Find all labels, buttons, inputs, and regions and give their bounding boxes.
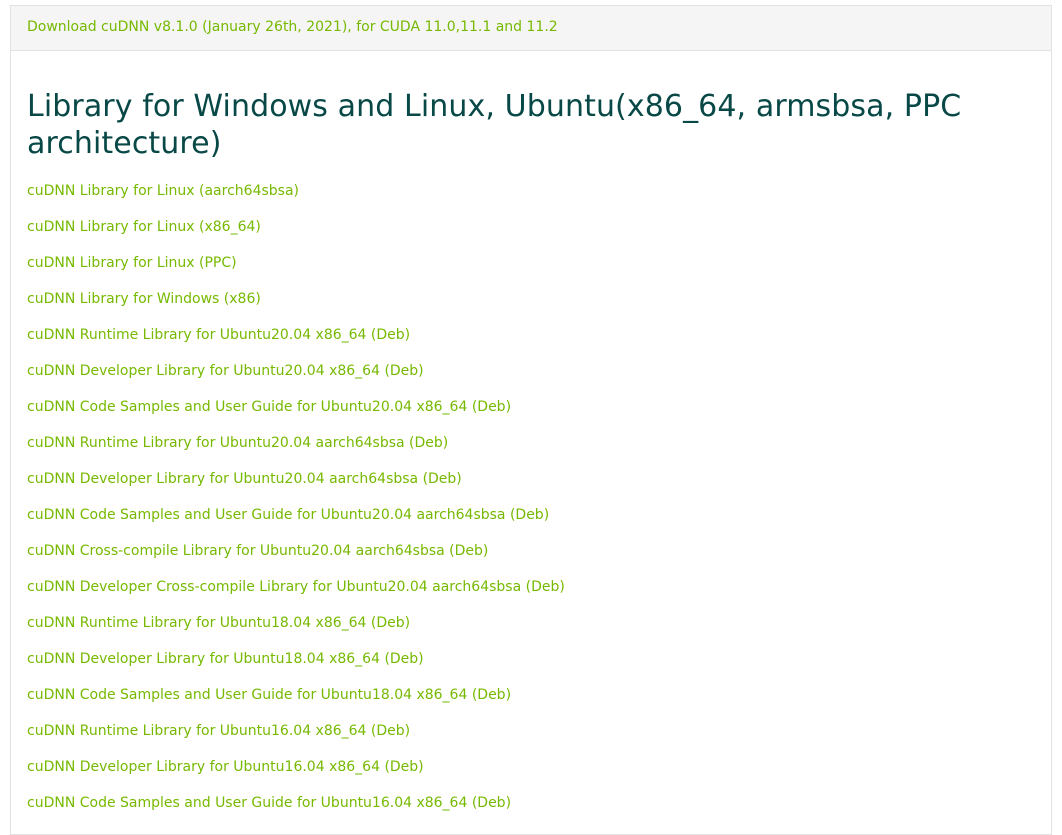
download-link-samples-ubuntu1804-x86-64[interactable]: cuDNN Code Samples and User Guide for Ub… (27, 686, 511, 704)
download-link-developer-cross-compile-ubuntu2004-aarch64sbsa[interactable]: cuDNN Developer Cross-compile Library fo… (27, 578, 565, 596)
download-link-runtime-ubuntu1604-x86-64[interactable]: cuDNN Runtime Library for Ubuntu16.04 x8… (27, 722, 410, 740)
list-item: cuDNN Cross-compile Library for Ubuntu20… (27, 540, 1035, 576)
list-item: cuDNN Code Samples and User Guide for Ub… (27, 396, 1035, 432)
download-link-developer-ubuntu1804-x86-64[interactable]: cuDNN Developer Library for Ubuntu18.04 … (27, 650, 424, 668)
list-item: cuDNN Code Samples and User Guide for Ub… (27, 684, 1035, 720)
list-item: cuDNN Runtime Library for Ubuntu20.04 x8… (27, 324, 1035, 360)
list-item: cuDNN Developer Cross-compile Library fo… (27, 576, 1035, 612)
download-link-developer-ubuntu2004-x86-64[interactable]: cuDNN Developer Library for Ubuntu20.04 … (27, 362, 424, 380)
download-link-runtime-ubuntu1804-x86-64[interactable]: cuDNN Runtime Library for Ubuntu18.04 x8… (27, 614, 410, 632)
download-link-runtime-ubuntu2004-x86-64[interactable]: cuDNN Runtime Library for Ubuntu20.04 x8… (27, 326, 410, 344)
list-item: cuDNN Library for Linux (x86_64) (27, 216, 1035, 252)
list-item: cuDNN Developer Library for Ubuntu16.04 … (27, 756, 1035, 792)
list-item: cuDNN Library for Linux (aarch64sbsa) (27, 180, 1035, 216)
download-panel: Download cuDNN v8.1.0 (January 26th, 202… (10, 5, 1052, 835)
list-item: cuDNN Library for Windows (x86) (27, 288, 1035, 324)
list-item: cuDNN Runtime Library for Ubuntu18.04 x8… (27, 612, 1035, 648)
download-link-developer-ubuntu1604-x86-64[interactable]: cuDNN Developer Library for Ubuntu16.04 … (27, 758, 424, 776)
download-link-samples-ubuntu2004-aarch64sbsa[interactable]: cuDNN Code Samples and User Guide for Ub… (27, 506, 549, 524)
list-item: cuDNN Runtime Library for Ubuntu16.04 x8… (27, 720, 1035, 756)
list-item: cuDNN Code Samples and User Guide for Ub… (27, 792, 1035, 828)
panel-header: Download cuDNN v8.1.0 (January 26th, 202… (11, 6, 1051, 51)
download-link-list: cuDNN Library for Linux (aarch64sbsa) cu… (27, 180, 1035, 828)
download-link-linux-ppc[interactable]: cuDNN Library for Linux (PPC) (27, 254, 237, 272)
list-item: cuDNN Runtime Library for Ubuntu20.04 aa… (27, 432, 1035, 468)
download-link-linux-aarch64sbsa[interactable]: cuDNN Library for Linux (aarch64sbsa) (27, 182, 299, 200)
list-item: cuDNN Developer Library for Ubuntu18.04 … (27, 648, 1035, 684)
section-title: Library for Windows and Linux, Ubuntu(x8… (27, 89, 962, 161)
list-item: cuDNN Developer Library for Ubuntu20.04 … (27, 360, 1035, 396)
list-item: cuDNN Library for Linux (PPC) (27, 252, 1035, 288)
download-link-samples-ubuntu2004-x86-64[interactable]: cuDNN Code Samples and User Guide for Ub… (27, 398, 511, 416)
download-link-runtime-ubuntu2004-aarch64sbsa[interactable]: cuDNN Runtime Library for Ubuntu20.04 aa… (27, 434, 448, 452)
list-item: cuDNN Code Samples and User Guide for Ub… (27, 504, 1035, 540)
download-version-link[interactable]: Download cuDNN v8.1.0 (January 26th, 202… (27, 19, 558, 35)
panel-content: Library for Windows and Linux, Ubuntu(x8… (11, 88, 1051, 828)
download-link-cross-compile-ubuntu2004-aarch64sbsa[interactable]: cuDNN Cross-compile Library for Ubuntu20… (27, 542, 488, 560)
list-item: cuDNN Developer Library for Ubuntu20.04 … (27, 468, 1035, 504)
download-link-windows-x86[interactable]: cuDNN Library for Windows (x86) (27, 290, 261, 308)
download-link-samples-ubuntu1604-x86-64[interactable]: cuDNN Code Samples and User Guide for Ub… (27, 794, 511, 812)
download-link-linux-x86-64[interactable]: cuDNN Library for Linux (x86_64) (27, 218, 261, 236)
download-link-developer-ubuntu2004-aarch64sbsa[interactable]: cuDNN Developer Library for Ubuntu20.04 … (27, 470, 462, 488)
